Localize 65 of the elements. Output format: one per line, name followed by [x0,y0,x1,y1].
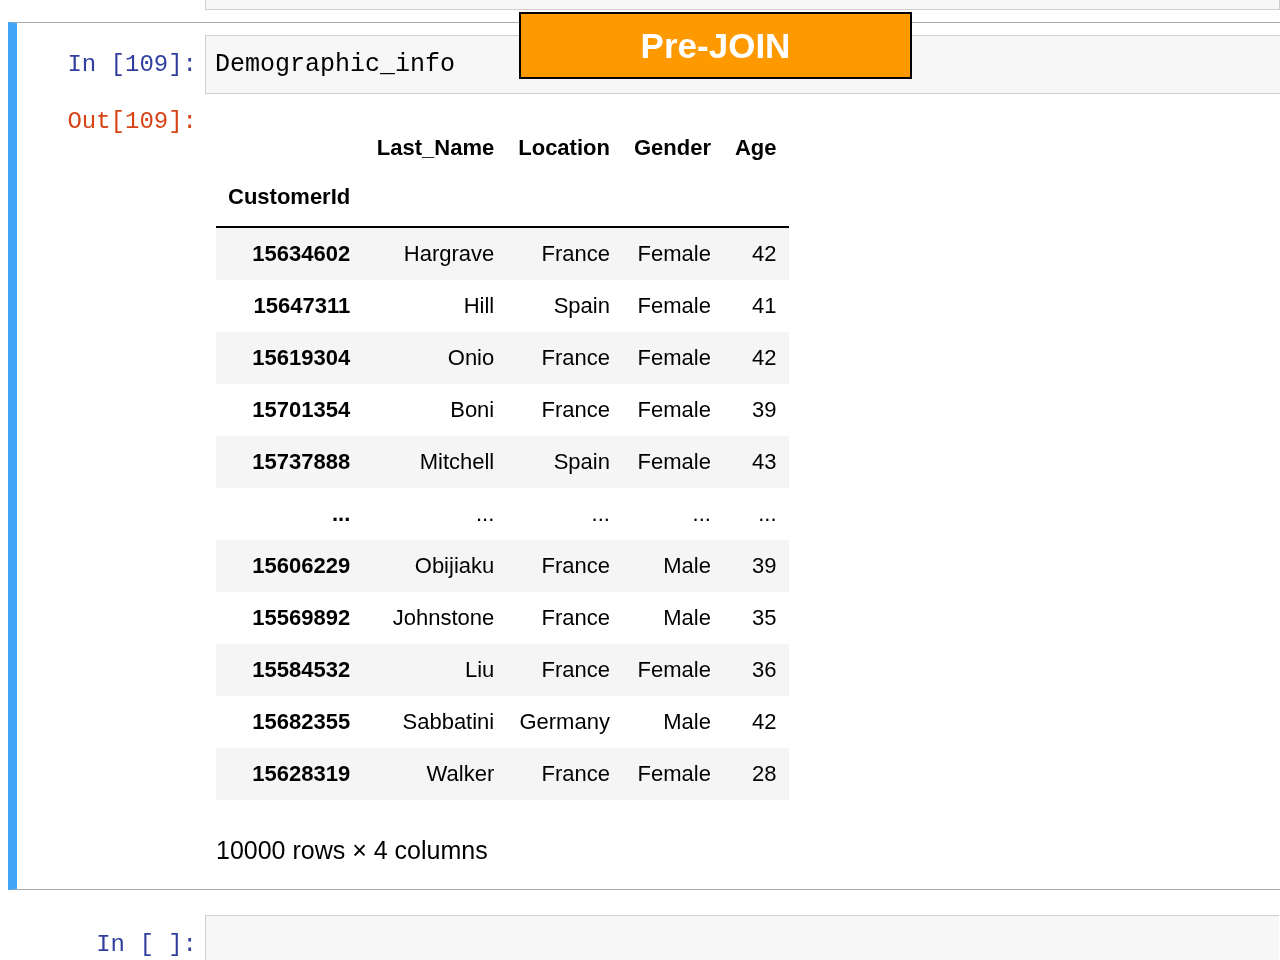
table-cell: 43 [722,436,789,488]
table-cell: ... [621,488,723,540]
column-header: Location [517,134,611,162]
table-cell: 41 [722,280,789,332]
table-cell: Male [621,540,723,592]
table-cell: 39 [722,384,789,436]
table-cell: 35 [722,592,789,644]
table-cell: 42 [722,332,789,384]
table-cell: Female [621,748,723,800]
table-cell: Boni [362,384,507,436]
index-cell: 15606229 [216,540,363,592]
table-cell: Liu [362,644,507,696]
index-cell: 15619304 [216,332,363,384]
table-cell: Johnstone [362,592,507,644]
table-cell: Spain [506,436,622,488]
table-cell: Male [621,592,723,644]
table-cell: France [506,592,622,644]
table-cell: France [506,227,622,280]
index-cell: 15647311 [216,280,363,332]
table-cell: Spain [506,280,622,332]
table-cell: France [506,540,622,592]
table-cell: Male [621,696,723,748]
table-cell: Female [621,332,723,384]
table-cell: Walker [362,748,507,800]
index-cell: 15682355 [216,696,363,748]
table-cell: Female [621,436,723,488]
table-cell: France [506,384,622,436]
output-prompt: Out[109]: [66,107,198,135]
table-cell: Obijiaku [362,540,507,592]
index-cell: 15628319 [216,748,363,800]
table-cell: ... [722,488,789,540]
column-header: Gender [632,134,712,162]
table-cell: 28 [722,748,789,800]
index-cell: 15569892 [216,592,363,644]
table-cell: Female [621,644,723,696]
table-cell: France [506,644,622,696]
input-prompt: In [109]: [66,50,198,78]
annotation-tooltip: Pre-JOIN [519,12,912,79]
index-cell: 15634602 [216,227,363,280]
index-cell: 15584532 [216,644,363,696]
table-cell: ... [362,488,507,540]
table-cell: Female [621,280,723,332]
table-cell: Mitchell [362,436,507,488]
table-cell: 42 [722,227,789,280]
code-text: Demographic_info [215,50,456,79]
table-cell: Hill [362,280,507,332]
table-cell: Germany [506,696,622,748]
table-cell: Female [621,384,723,436]
table-cell: France [506,748,622,800]
table-cell: Female [621,227,723,280]
table-cell: 39 [722,540,789,592]
table-cell: ... [506,488,622,540]
table-cell: Hargrave [362,227,507,280]
table-cell: Sabbatini [362,696,507,748]
column-header: Age [733,134,778,162]
table-cell: France [506,332,622,384]
table-cell: 42 [722,696,789,748]
table-cell: 36 [722,644,789,696]
column-header: Last_Name [375,134,496,162]
table-cell: Onio [362,332,507,384]
index-cell: ... [216,488,363,540]
index-cell: 15737888 [216,436,363,488]
input-prompt: In [ ]: [95,930,198,958]
index-cell: 15701354 [216,384,363,436]
table-summary: 10000 rows × 4 columns [216,836,489,865]
